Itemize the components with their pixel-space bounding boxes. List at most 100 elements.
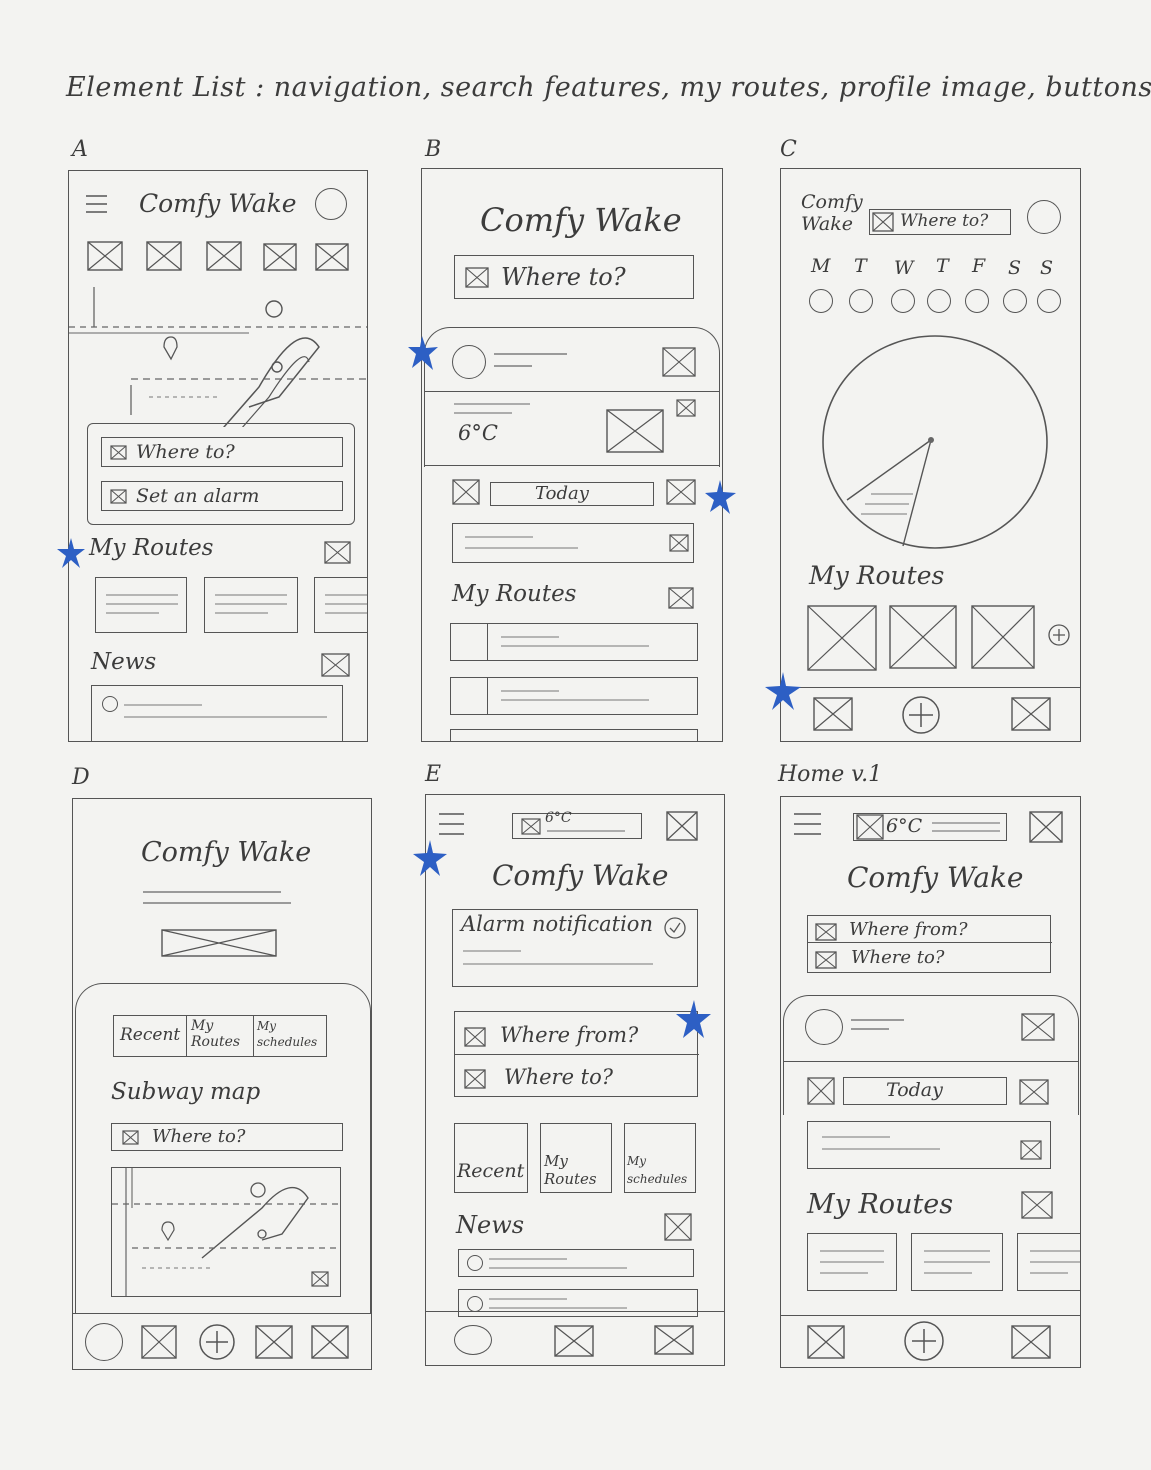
- news-item[interactable]: [91, 685, 343, 741]
- profile-image[interactable]: [315, 188, 347, 220]
- star-annotation-icon: [704, 478, 738, 516]
- news-more-icon[interactable]: [321, 653, 350, 677]
- next-day-icon[interactable]: [1019, 1079, 1049, 1105]
- subway-map[interactable]: [111, 1167, 341, 1297]
- nav-icon[interactable]: [813, 697, 853, 731]
- set-alarm-input[interactable]: Set an alarm: [101, 481, 343, 511]
- my-routes-heading: My Routes: [89, 535, 214, 561]
- hamburger-menu-icon[interactable]: [793, 811, 823, 837]
- notification-icon[interactable]: [666, 811, 698, 841]
- tab-my-routes[interactable]: My Routes: [540, 1123, 612, 1193]
- subway-map[interactable]: [69, 287, 367, 427]
- add-icon[interactable]: [197, 1323, 237, 1361]
- news-item[interactable]: [458, 1289, 698, 1317]
- route-card[interactable]: [95, 577, 187, 633]
- where-to-input[interactable]: Where to?: [869, 209, 1011, 235]
- wireframe-home-v1: 6°C Comfy Wake Where from? Where to? Tod…: [780, 796, 1081, 1368]
- route-card[interactable]: [314, 577, 367, 633]
- prev-day-icon[interactable]: [452, 479, 480, 505]
- prev-day-icon[interactable]: [807, 1077, 835, 1105]
- alarm-clock-dial[interactable]: [821, 334, 1053, 556]
- nav-icon[interactable]: [807, 1325, 845, 1359]
- tab-recent[interactable]: Recent: [113, 1015, 187, 1057]
- route-row[interactable]: [450, 677, 698, 715]
- my-routes-more-icon[interactable]: [668, 587, 694, 609]
- route-card[interactable]: [889, 605, 957, 669]
- news-item[interactable]: [458, 1249, 694, 1277]
- nav-icon[interactable]: [87, 241, 123, 271]
- schedule-item[interactable]: [807, 1121, 1051, 1169]
- weekday-toggle[interactable]: [927, 289, 951, 313]
- route-card[interactable]: [1017, 1233, 1080, 1291]
- small-icon[interactable]: [676, 399, 696, 417]
- weekday-toggle[interactable]: [891, 289, 915, 313]
- weekday-toggle[interactable]: [809, 289, 833, 313]
- add-route-icon[interactable]: [1047, 623, 1071, 647]
- add-icon[interactable]: [901, 695, 941, 735]
- weekday-toggle[interactable]: [849, 289, 873, 313]
- route-card[interactable]: [807, 1233, 897, 1291]
- where-to-input[interactable]: Where to?: [101, 437, 343, 467]
- weekday-toggle[interactable]: [965, 289, 989, 313]
- where-to-input[interactable]: Where to?: [111, 1123, 343, 1151]
- hamburger-menu-icon[interactable]: [438, 811, 466, 837]
- route-row[interactable]: [450, 623, 698, 661]
- nav-icon[interactable]: [146, 241, 182, 271]
- today-selector[interactable]: Today: [843, 1077, 1007, 1105]
- nav-icon[interactable]: [311, 1325, 349, 1359]
- weekday-toggle[interactable]: [1003, 289, 1027, 313]
- news-heading: News: [456, 1211, 525, 1239]
- label-home-v1: Home v.1: [778, 762, 883, 787]
- route-card[interactable]: [971, 605, 1035, 669]
- my-routes-heading: My Routes: [809, 561, 945, 590]
- nav-icon[interactable]: [1011, 697, 1051, 731]
- today-selector[interactable]: Today: [490, 482, 654, 506]
- notification-icon[interactable]: [1029, 811, 1063, 843]
- nav-icon[interactable]: [141, 1325, 177, 1359]
- nav-icon[interactable]: [315, 243, 349, 271]
- nav-icon[interactable]: [263, 243, 297, 271]
- my-routes-more-icon[interactable]: [1021, 1191, 1053, 1219]
- tab-my-schedules[interactable]: My schedules: [253, 1015, 327, 1057]
- alarm-notification-card[interactable]: Alarm notification: [452, 909, 698, 987]
- tab-my-routes[interactable]: My Routes: [186, 1015, 254, 1057]
- card-icon[interactable]: [662, 347, 696, 377]
- card-icon[interactable]: [1021, 1013, 1055, 1041]
- news-more-icon[interactable]: [664, 1213, 692, 1241]
- route-row[interactable]: [450, 729, 698, 741]
- bottom-nav-divider: [781, 687, 1080, 688]
- nav-icon[interactable]: [255, 1325, 293, 1359]
- temperature: 6°C: [458, 421, 498, 445]
- weekday-toggle[interactable]: [1037, 289, 1061, 313]
- hamburger-menu-icon[interactable]: [85, 193, 109, 215]
- weekday-label: T: [936, 255, 949, 277]
- profile-image[interactable]: [805, 1009, 843, 1045]
- nav-icon[interactable]: [206, 241, 242, 271]
- star-annotation-icon: [56, 536, 86, 570]
- nav-icon[interactable]: [1011, 1325, 1051, 1359]
- where-to-input[interactable]: Where to?: [454, 255, 694, 299]
- tab-recent[interactable]: Recent: [454, 1123, 528, 1193]
- my-routes-more-icon[interactable]: [324, 541, 351, 564]
- profile-image[interactable]: [452, 345, 486, 379]
- profile-image[interactable]: [85, 1323, 123, 1361]
- route-card[interactable]: [807, 605, 877, 671]
- route-card[interactable]: [911, 1233, 1003, 1291]
- my-routes-heading: My Routes: [807, 1189, 954, 1220]
- next-day-icon[interactable]: [666, 479, 696, 505]
- schedule-item[interactable]: [452, 523, 694, 563]
- profile-image[interactable]: [454, 1325, 492, 1355]
- weather-chip[interactable]: 6°C: [853, 813, 1007, 841]
- bottom-nav-divider: [426, 1311, 724, 1312]
- weather-chip[interactable]: 6°C: [512, 810, 642, 839]
- add-icon[interactable]: [903, 1321, 945, 1361]
- news-heading: News: [91, 649, 157, 675]
- tab-my-schedules[interactable]: My schedules: [624, 1123, 696, 1193]
- nav-icon[interactable]: [554, 1325, 594, 1357]
- route-card[interactable]: [204, 577, 298, 633]
- app-title-line-1: Comfy: [801, 191, 863, 213]
- nav-icon[interactable]: [654, 1325, 694, 1355]
- label-c: C: [780, 137, 797, 162]
- weekday-label: T: [854, 255, 867, 277]
- profile-image[interactable]: [1027, 200, 1061, 234]
